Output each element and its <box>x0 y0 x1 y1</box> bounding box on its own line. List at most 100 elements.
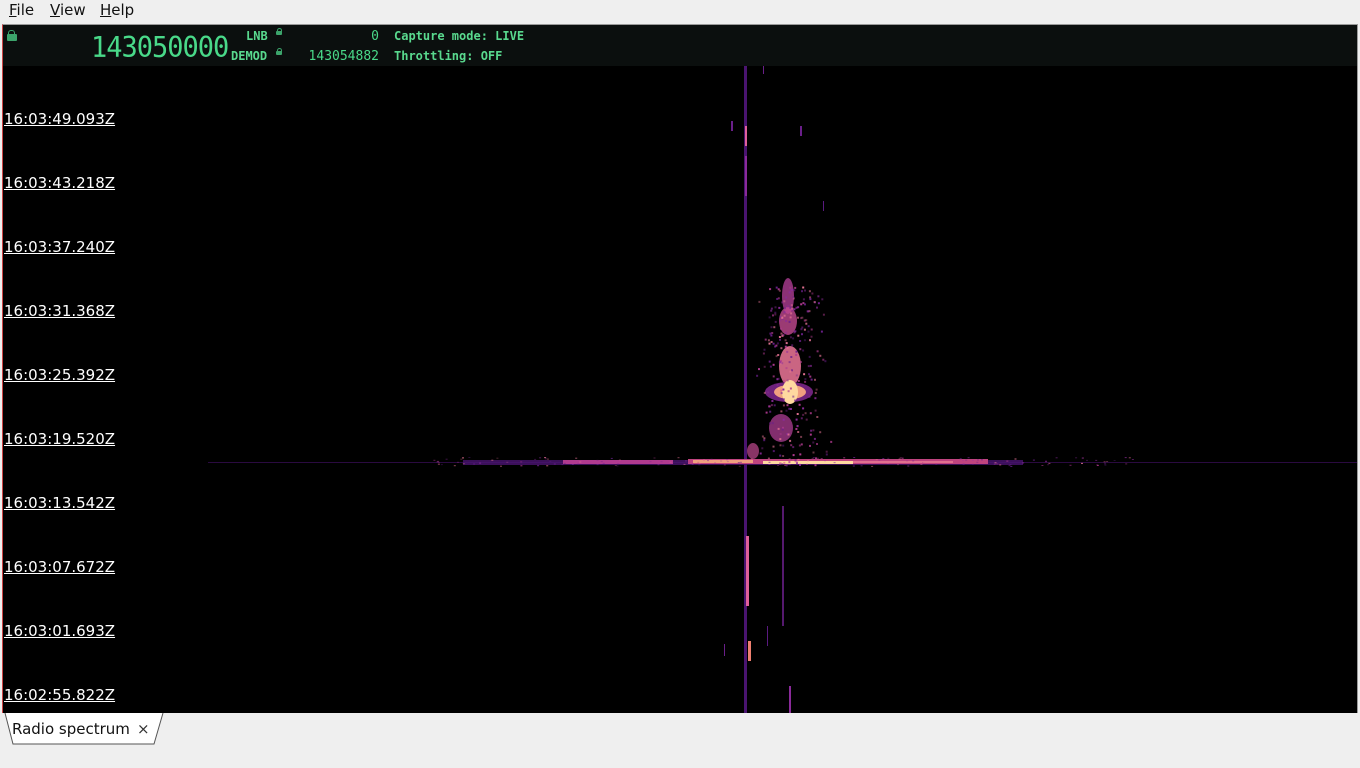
noise-speck <box>790 304 793 307</box>
noise-speck <box>1103 461 1106 463</box>
noise-speck <box>781 362 784 365</box>
noise-speck <box>801 316 804 319</box>
noise-speck <box>923 461 925 463</box>
noise-speck <box>1047 464 1050 466</box>
noise-speck <box>802 286 805 289</box>
noise-speck <box>797 380 800 382</box>
noise-speck <box>809 433 812 436</box>
noise-speck <box>820 330 823 333</box>
noise-speck <box>763 391 766 394</box>
noise-speck <box>790 459 793 461</box>
noise-speck <box>784 345 787 348</box>
menu-file[interactable]: File <box>9 1 34 19</box>
noise-speck <box>814 464 817 467</box>
noise-speck <box>561 464 564 466</box>
noise-speck <box>774 306 777 309</box>
noise-speck <box>781 428 784 431</box>
noise-speck <box>797 431 800 433</box>
noise-speck <box>778 336 781 338</box>
noise-speck <box>1096 465 1099 466</box>
noise-speck <box>688 461 691 463</box>
noise-speck <box>782 379 785 382</box>
noise-speck <box>775 286 778 289</box>
tab-label: Radio spectrum <box>12 720 130 738</box>
noise-speck <box>783 314 786 317</box>
noise-speck <box>781 463 784 465</box>
noise-speck <box>792 337 795 340</box>
noise-speck <box>887 457 890 459</box>
noise-speck <box>817 302 820 305</box>
noise-speck <box>782 388 785 391</box>
noise-speck <box>798 403 801 406</box>
noise-speck <box>783 461 786 464</box>
noise-speck <box>792 446 795 449</box>
noise-speck <box>804 378 807 381</box>
noise-speck <box>768 464 771 465</box>
close-icon[interactable]: × <box>137 720 150 738</box>
noise-speck <box>882 458 885 459</box>
noise-speck <box>460 458 463 460</box>
noise-speck <box>810 328 813 331</box>
noise-speck <box>853 457 856 458</box>
timestamp-label: 16:03:31.368Z <box>4 302 116 320</box>
noise-speck <box>546 465 549 467</box>
waterfall-display[interactable] <box>3 66 1357 714</box>
noise-speck <box>774 313 777 316</box>
noise-speck <box>767 339 770 342</box>
noise-speck <box>797 458 800 460</box>
noise-speck <box>795 306 798 309</box>
noise-speck <box>1009 464 1012 465</box>
noise-speck <box>772 363 775 366</box>
noise-speck <box>799 453 802 456</box>
noise-speck <box>899 457 902 459</box>
noise-speck <box>773 326 776 329</box>
noise-speck <box>462 463 465 465</box>
noise-speck <box>1096 464 1099 466</box>
noise-speck <box>814 397 817 400</box>
noise-speck <box>867 461 870 463</box>
noise-speck <box>819 354 822 357</box>
noise-speck <box>1128 457 1131 459</box>
timestamp-label: 16:03:49.093Z <box>4 110 116 128</box>
menu-help[interactable]: Help <box>100 1 134 19</box>
signal-speck <box>731 121 733 131</box>
noise-speck <box>1041 465 1044 466</box>
noise-speck <box>860 465 863 467</box>
demod-value[interactable]: 143054882 <box>293 49 379 64</box>
noise-speck <box>785 465 788 467</box>
noise-speck <box>782 404 785 407</box>
noise-speck <box>767 457 770 459</box>
timestamp-label: 16:03:07.672Z <box>4 558 116 576</box>
noise-speck <box>782 455 785 457</box>
noise-speck <box>537 465 540 467</box>
noise-speck <box>802 349 805 352</box>
noise-speck <box>965 459 968 461</box>
menu-view[interactable]: View <box>50 1 86 19</box>
noise-speck <box>805 418 808 421</box>
noise-speck <box>479 462 482 464</box>
noise-speck <box>819 431 822 434</box>
noise-speck <box>994 462 997 464</box>
lnb-value[interactable]: 0 <box>303 29 379 44</box>
timestamp-label: 16:03:13.542Z <box>4 494 116 512</box>
noise-speck <box>959 458 962 460</box>
noise-speck <box>887 462 889 464</box>
noise-speck <box>707 460 709 462</box>
noise-speck <box>473 463 476 465</box>
noise-speck <box>772 342 775 345</box>
noise-speck <box>1131 459 1134 460</box>
noise-speck <box>1010 465 1013 467</box>
noise-speck <box>897 464 899 466</box>
noise-speck <box>1104 463 1107 465</box>
noise-speck <box>789 336 792 339</box>
noise-speck <box>759 452 762 455</box>
main-frequency[interactable]: 143050000 <box>91 32 229 65</box>
noise-speck <box>809 412 812 415</box>
noise-speck <box>772 393 775 396</box>
noise-speck <box>791 309 794 312</box>
noise-speck <box>783 307 786 310</box>
noise-speck <box>824 460 826 462</box>
noise-speck <box>739 461 742 463</box>
noise-speck <box>790 288 793 291</box>
noise-speck <box>553 463 556 465</box>
